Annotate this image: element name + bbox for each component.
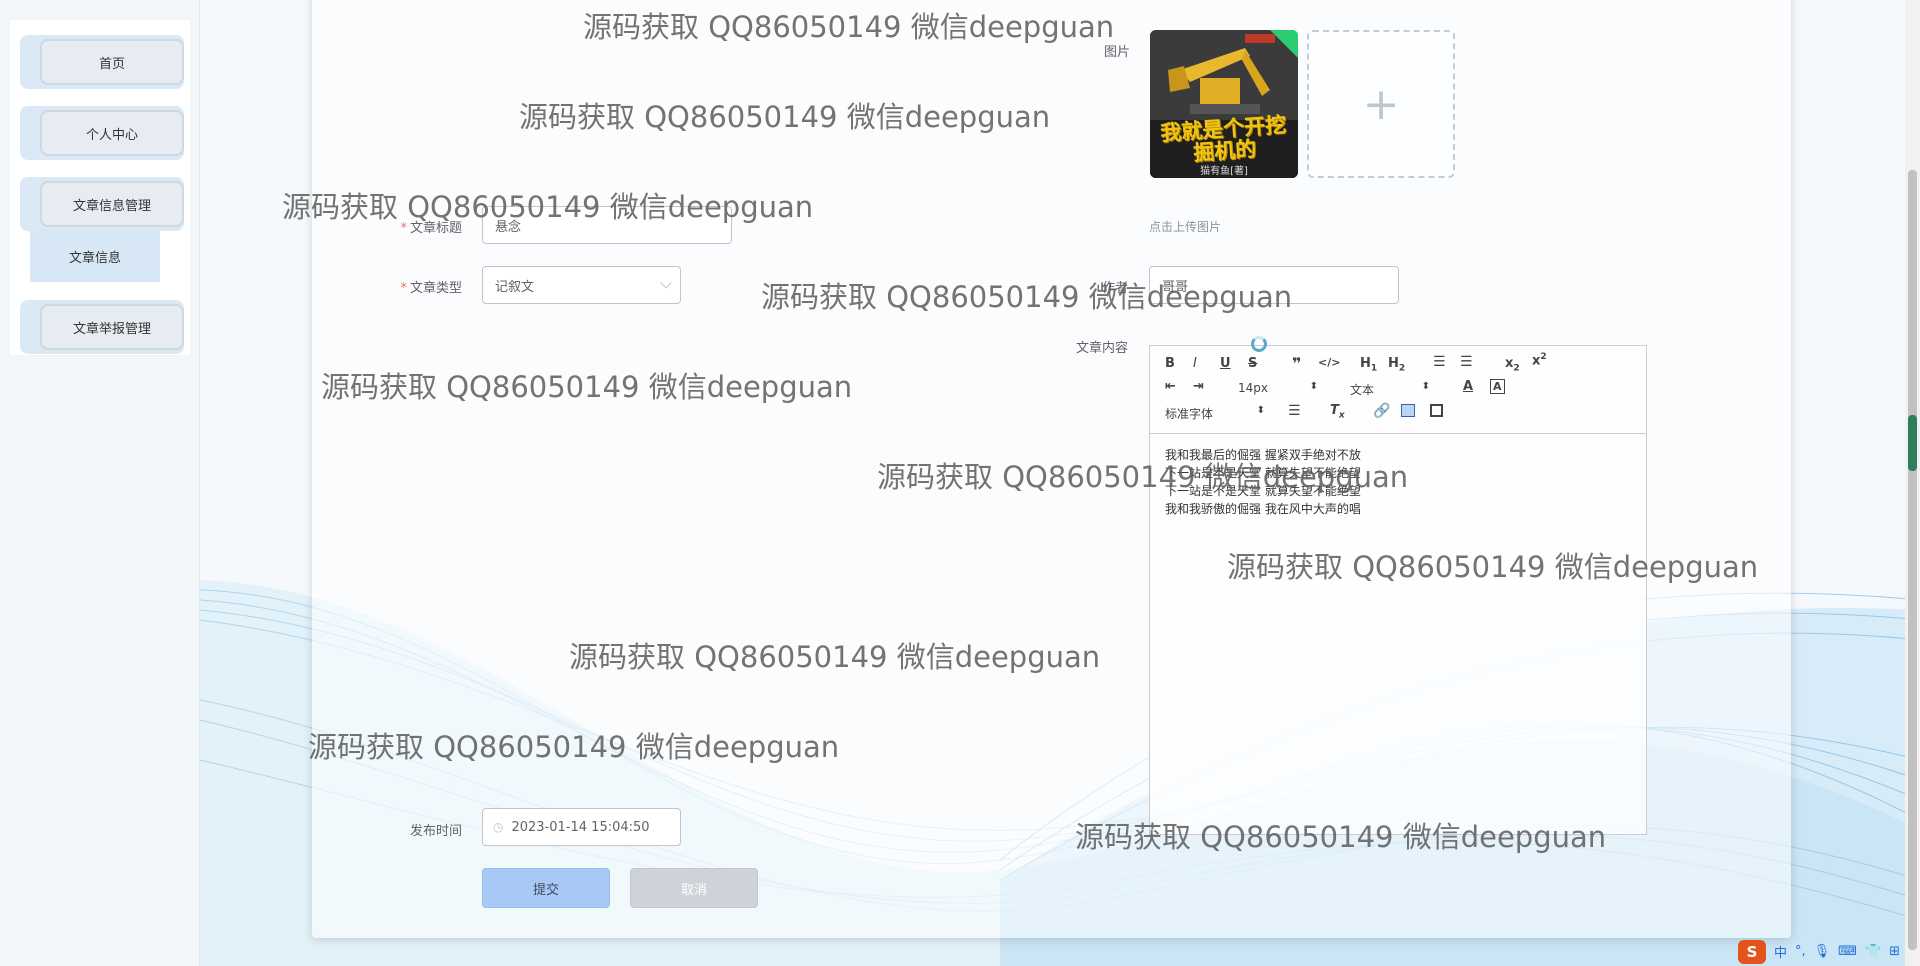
author-label: 作者 bbox=[1101, 281, 1128, 296]
font-family-value: 标准字体 bbox=[1165, 407, 1214, 421]
clear-format-icon[interactable]: Tx bbox=[1330, 403, 1345, 421]
font-size-select[interactable]: 14px ⬍ bbox=[1238, 381, 1318, 395]
skin-icon[interactable]: 👕 bbox=[1865, 944, 1881, 959]
code-block-icon[interactable]: </> bbox=[1318, 356, 1340, 369]
font-color-icon[interactable]: A bbox=[1463, 379, 1473, 394]
plus-icon: + bbox=[1362, 78, 1400, 130]
image-icon[interactable] bbox=[1401, 404, 1415, 417]
block-format-select[interactable]: 文本 ⬍ bbox=[1350, 381, 1430, 398]
h2-icon[interactable]: H2 bbox=[1388, 356, 1405, 374]
scroll-indicator bbox=[1908, 415, 1917, 471]
publish-time-label: 发布时间 bbox=[409, 824, 462, 839]
block-format-value: 文本 bbox=[1350, 383, 1375, 397]
type-select[interactable]: 记叙文 bbox=[482, 266, 681, 304]
ime-language[interactable]: 中 bbox=[1774, 942, 1787, 961]
cover-author: 猫有鱼[著] bbox=[1200, 166, 1248, 177]
loading-spinner-icon bbox=[1251, 336, 1267, 352]
image-upload-button[interactable]: + bbox=[1307, 30, 1455, 178]
submit-button[interactable]: 提交 bbox=[482, 868, 610, 908]
indent-icon[interactable]: ⇥ bbox=[1193, 379, 1204, 394]
editor-content[interactable]: 我和我最后的倔强 握紧双手绝对不放 下一站是不是天堂 就算失望不能绝望 下一站是… bbox=[1165, 446, 1361, 518]
bullet-list-icon[interactable]: ☰ bbox=[1460, 354, 1473, 370]
author-input[interactable]: 哥哥 bbox=[1149, 266, 1399, 304]
page-scrollbar[interactable] bbox=[1905, 0, 1920, 966]
editor-line: 我和我最后的倔强 握紧双手绝对不放 bbox=[1165, 448, 1361, 462]
punctuation-icon[interactable]: °, bbox=[1795, 944, 1806, 959]
align-icon[interactable]: ☰ bbox=[1288, 403, 1301, 419]
font-size-value: 14px bbox=[1238, 381, 1268, 395]
rich-text-editor[interactable]: B I U S ❞ </> H1 H2 ☰ ☰ x2 x2 ⇤ ⇥ 14px ⬍… bbox=[1149, 345, 1647, 835]
ime-toolbar[interactable]: S 中 °, 🎙 ⌨ 👕 ⊞ bbox=[1738, 937, 1920, 966]
font-family-select[interactable]: 标准字体 ⬍ bbox=[1165, 405, 1265, 422]
cancel-button[interactable]: 取消 bbox=[630, 868, 758, 908]
updown-icon: ⬍ bbox=[1421, 381, 1430, 392]
editor-line: 下一站是不是天堂 就算失望不能绝望 bbox=[1165, 484, 1361, 498]
bold-icon[interactable]: B bbox=[1165, 356, 1175, 371]
publish-time-picker[interactable]: ◷ 2023-01-14 15:04:50 bbox=[482, 808, 681, 846]
strike-icon[interactable]: S bbox=[1248, 356, 1257, 371]
chevron-down-icon bbox=[660, 277, 672, 289]
outdent-icon[interactable]: ⇤ bbox=[1165, 379, 1176, 394]
type-label: * 文章类型 bbox=[400, 281, 462, 296]
link-icon[interactable]: 🔗 bbox=[1373, 403, 1390, 419]
microphone-icon[interactable]: 🎙 bbox=[1814, 944, 1831, 959]
italic-icon[interactable]: I bbox=[1193, 356, 1197, 371]
blockquote-icon[interactable]: ❞ bbox=[1292, 354, 1301, 373]
image-label: 图片 bbox=[1103, 45, 1130, 60]
updown-icon: ⬍ bbox=[1309, 381, 1318, 392]
subscript-icon[interactable]: x2 bbox=[1505, 356, 1520, 374]
superscript-icon[interactable]: x2 bbox=[1532, 352, 1547, 368]
scrollbar-thumb[interactable] bbox=[1908, 170, 1917, 950]
editor-toolbar: B I U S ❞ </> H1 H2 ☰ ☰ x2 x2 ⇤ ⇥ 14px ⬍… bbox=[1150, 346, 1646, 434]
updown-icon: ⬍ bbox=[1256, 405, 1265, 416]
sogou-logo-icon: S bbox=[1738, 939, 1766, 964]
publish-time-value: 2023-01-14 15:04:50 bbox=[511, 819, 650, 835]
type-select-value: 记叙文 bbox=[495, 279, 535, 295]
clock-icon: ◷ bbox=[493, 820, 504, 834]
ordered-list-icon[interactable]: ☰ bbox=[1433, 354, 1446, 370]
editor-line: 下一站是不是天堂 就算失望不能绝望 bbox=[1165, 466, 1361, 480]
keyboard-icon[interactable]: ⌨ bbox=[1838, 944, 1857, 959]
title-label: * 文章标题 bbox=[400, 221, 462, 236]
title-input[interactable]: 悬念 bbox=[482, 206, 732, 244]
editor-line: 我和我骄傲的倔强 我在风中大声的唱 bbox=[1165, 502, 1361, 516]
background-color-icon[interactable]: A bbox=[1490, 379, 1505, 394]
grid-icon[interactable]: ⊞ bbox=[1889, 944, 1900, 959]
upload-hint: 点击上传图片 bbox=[1149, 220, 1222, 234]
h1-icon[interactable]: H1 bbox=[1360, 356, 1377, 374]
video-icon[interactable] bbox=[1430, 404, 1443, 417]
article-cover-image[interactable]: 我就是个开挖掘机的 猫有鱼[著] bbox=[1150, 30, 1298, 178]
underline-icon[interactable]: U bbox=[1220, 356, 1231, 371]
content-label: 文章内容 bbox=[1075, 341, 1128, 356]
